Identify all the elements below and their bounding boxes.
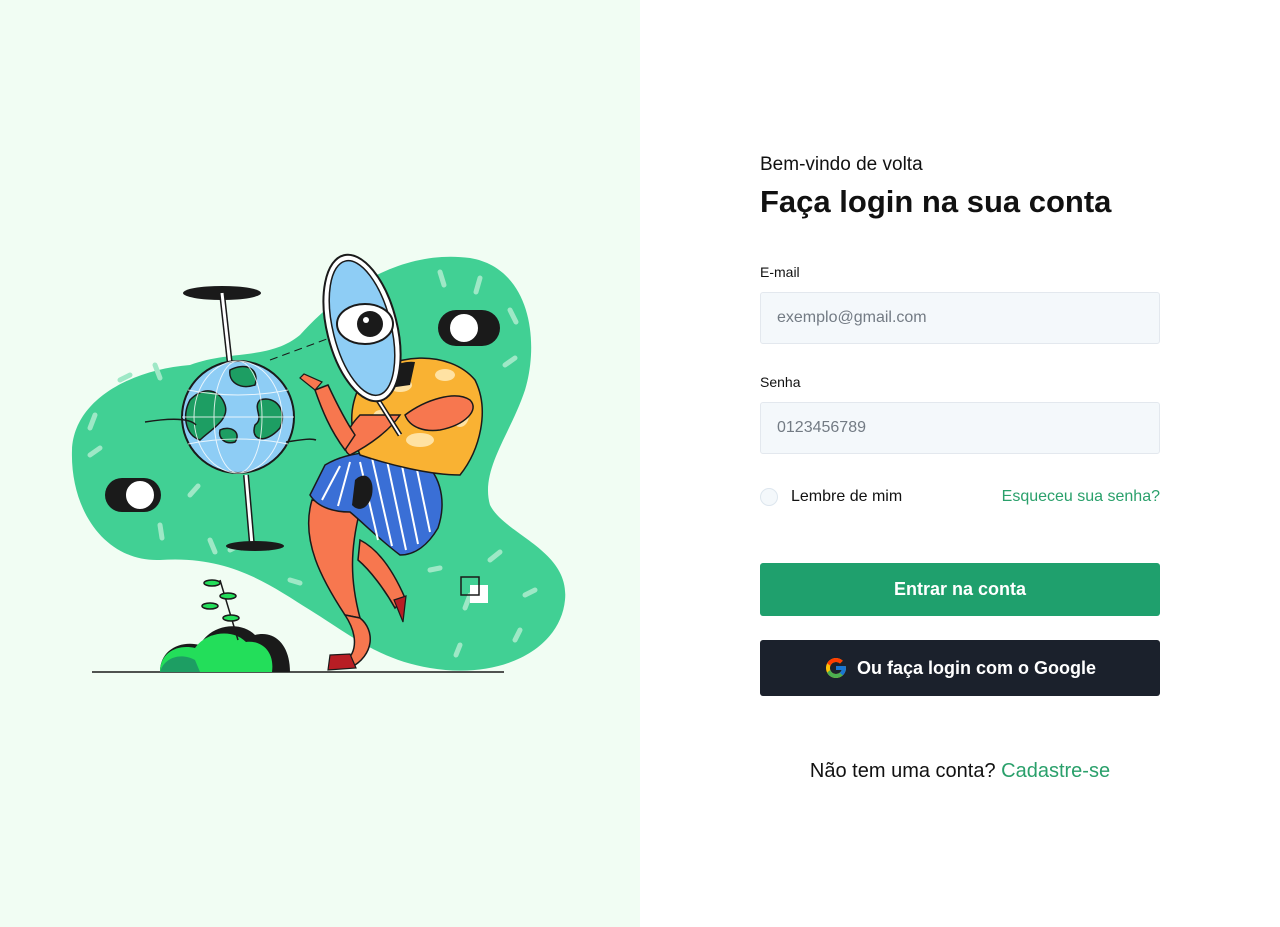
remember-me-toggle[interactable]: Lembre de mim <box>760 488 902 506</box>
email-field[interactable] <box>760 292 1160 344</box>
remember-me-checkbox[interactable] <box>760 488 778 506</box>
signup-prompt: Não tem uma conta? Cadastre-se <box>760 760 1160 783</box>
person-with-magnifier-and-globe-illustration <box>71 253 566 673</box>
forgot-password-link[interactable]: Esqueceu sua senha? <box>1002 488 1160 506</box>
login-button[interactable]: Entrar na conta <box>760 563 1160 616</box>
illustration-panel <box>0 0 640 927</box>
remember-me-label: Lembre de mim <box>791 488 903 505</box>
login-panel: Bem-vindo de volta Faça login na sua con… <box>640 0 1280 927</box>
google-login-button[interactable]: Ou faça login com o Google <box>760 640 1160 696</box>
login-page: Bem-vindo de volta Faça login na sua con… <box>0 0 1280 927</box>
toggle-shape-right <box>438 310 500 346</box>
google-button-label: Ou faça login com o Google <box>856 657 1097 678</box>
toggle-shape-left <box>105 478 161 512</box>
welcome-text: Bem-vindo de volta <box>760 154 923 175</box>
password-field[interactable] <box>760 402 1160 454</box>
login-form: Bem-vindo de volta Faça login na sua con… <box>760 154 1160 783</box>
google-icon <box>825 658 846 678</box>
page-title: Faça login na sua conta <box>760 184 1112 219</box>
signup-link[interactable]: Cadastre-se <box>1001 760 1110 782</box>
password-label: Senha <box>760 374 801 390</box>
remember-forgot-row: Lembre de mim Esqueceu sua senha? <box>760 486 1160 508</box>
login-button-label: Entrar na conta <box>893 579 1027 599</box>
signup-prompt-text: Não tem uma conta? <box>809 760 996 782</box>
email-label: E-mail <box>760 264 800 280</box>
